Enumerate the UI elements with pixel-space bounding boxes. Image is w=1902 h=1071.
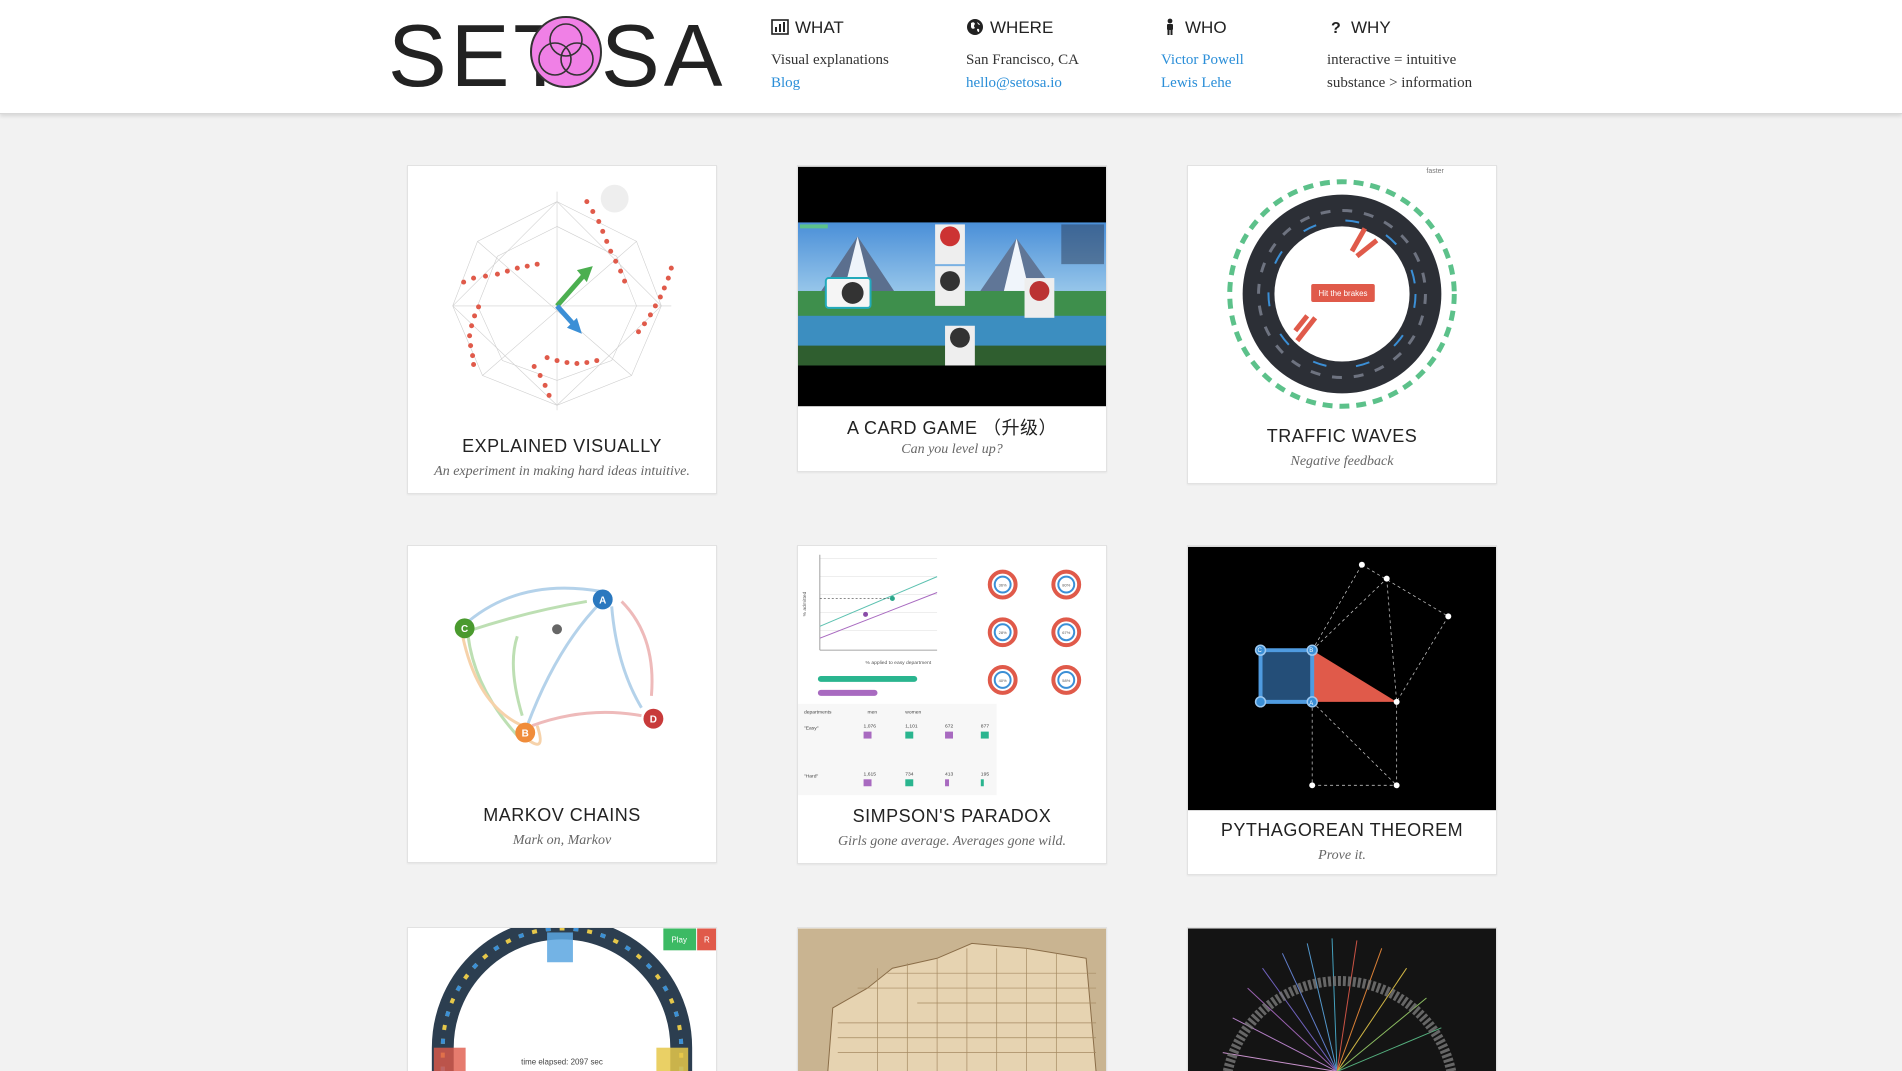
card-title: PYTHAGOREAN THEOREM (1220, 820, 1464, 840)
pct-men-2: 28% (999, 630, 1007, 635)
logo-flower-icon (530, 16, 602, 88)
nav-what-label: WHAT (795, 17, 844, 37)
easy-val-4: 877 (981, 724, 990, 730)
time-elapsed-text: time elapsed: 2097 sec (521, 1058, 603, 1067)
simpson-xlabel: % applied to easy department (866, 660, 932, 666)
card-thumbnail-pythagoras: C B A (1188, 546, 1496, 811)
why-line-2: substance > information (1327, 75, 1473, 91)
site-header: SET SA WHAT Visual explanations Blog WHE… (0, 0, 1902, 114)
hard-val-2: 734 (905, 771, 914, 777)
hard-val-4: 195 (981, 771, 990, 777)
card-thumbnail-radial (1188, 928, 1496, 1071)
nav-what-line-1: Visual explanations (771, 52, 889, 68)
pct-women-1: 80% (1062, 583, 1070, 588)
location-text: San Francisco, CA (966, 52, 1079, 68)
card-title: A CARD GAME （升级） (846, 418, 1058, 438)
card-title: SIMPSON'S PARADOX (852, 806, 1052, 826)
hard-val-3: 413 (945, 771, 954, 777)
vertex-c-label: C (1258, 648, 1263, 654)
reset-button[interactable]: R (704, 935, 710, 944)
vertex-a-label: A (1309, 701, 1313, 707)
easy-val-3: 672 (945, 724, 954, 730)
node-d-label: D (650, 715, 657, 726)
nav-what: WHAT Visual explanations Blog (771, 15, 889, 95)
bar-chart-icon (771, 19, 789, 35)
globe-icon (967, 19, 983, 35)
card-ring-simulation[interactable]: Play R time elapsed: 2097 sec (407, 927, 717, 1071)
nav-who: WHO Victor Powell Lewis Lehe (1161, 15, 1244, 95)
nav-what-heading: WHAT (771, 15, 889, 39)
card-subtitle: Girls gone average. Averages gone wild. (838, 834, 1066, 849)
card-subtitle: Mark on, Markov (512, 833, 612, 848)
card-thumbnail-wood-map (798, 928, 1106, 1071)
pct-women-2: 67% (1062, 630, 1070, 635)
card-thumbnail-landscape (798, 166, 1106, 407)
nav-where-label: WHERE (990, 17, 1054, 37)
node-b-label: B (522, 729, 529, 740)
lewis-lehe-link[interactable]: Lewis Lehe (1161, 72, 1244, 95)
card-subtitle: Can you level up? (901, 442, 1003, 457)
easy-label: "Easy" (804, 726, 819, 732)
setosa-logo[interactable]: SET SA (388, 10, 722, 102)
email-link[interactable]: hello@setosa.io (966, 72, 1079, 95)
card-title: MARKOV CHAINS (483, 805, 641, 825)
card-explained-visually[interactable]: EXPLAINED VISUALLY An experiment in maki… (407, 165, 717, 494)
easy-val-2: 1,101 (905, 724, 918, 730)
card-wooden-map[interactable] (797, 927, 1107, 1071)
simpson-ylabel: % admitted (802, 591, 808, 616)
card-thumbnail-ring-road: faster Hit the brakes (1188, 166, 1496, 421)
card-thumbnail-simpson: % applied to easy department % admitted … (798, 546, 1106, 796)
question-icon: ? (1331, 20, 1341, 36)
nav-why-heading: ? WHY (1327, 15, 1472, 39)
card-card-game[interactable]: A CARD GAME （升级） Can you level up? (797, 165, 1107, 472)
nav-why-label: WHY (1351, 17, 1391, 37)
card-markov-chains[interactable]: A B C D MARKOV CHAINS Mark on, Markov (407, 545, 717, 863)
easy-val-1: 1,076 (864, 724, 877, 730)
card-title: TRAFFIC WAVES (1266, 426, 1418, 446)
nav-who-label: WHO (1185, 17, 1227, 37)
departments-header: departments (804, 710, 832, 716)
hard-val-1: 1,615 (864, 771, 877, 777)
person-icon (1167, 18, 1173, 35)
pct-women-3: 58% (1062, 678, 1070, 683)
card-subtitle: An experiment in making hard ideas intui… (434, 464, 690, 479)
faster-label: faster (1426, 168, 1444, 175)
vertex-b-label: B (1309, 648, 1313, 654)
card-thumbnail-spiral (408, 166, 716, 421)
pct-men-1: 36% (999, 583, 1007, 588)
card-pythagorean-theorem[interactable]: C B A PYTHAGOREAN THEOREM Prove it. (1187, 545, 1497, 875)
card-transit-radial[interactable] (1187, 927, 1497, 1071)
card-traffic-waves[interactable]: faster Hit the brakes TRAFFIC WAVES Nega… (1187, 165, 1497, 484)
women-header: women (905, 711, 921, 716)
hit-the-brakes-button[interactable]: Hit the brakes (1319, 289, 1368, 298)
play-button[interactable]: Play (672, 935, 687, 944)
nav-why: ? WHY interactive = intuitive substance … (1327, 15, 1472, 95)
card-subtitle: Prove it. (1318, 848, 1366, 863)
card-simpsons-paradox[interactable]: % applied to easy department % admitted … (797, 545, 1107, 864)
nav-who-heading: WHO (1161, 15, 1244, 39)
card-thumbnail-markov: A B C D (408, 546, 716, 796)
victor-powell-link[interactable]: Victor Powell (1161, 49, 1244, 72)
svg-text:?: ? (1331, 20, 1341, 36)
card-thumbnail-ring: Play R time elapsed: 2097 sec (408, 928, 716, 1071)
men-header: men (868, 711, 878, 716)
node-c-label: C (461, 624, 468, 635)
node-a-label: A (599, 595, 606, 606)
logo-text-right: SA (601, 6, 727, 105)
why-line-1: interactive = intuitive (1327, 52, 1457, 68)
pct-men-3: 40% (999, 678, 1007, 683)
nav-where: WHERE San Francisco, CA hello@setosa.io (966, 15, 1079, 95)
nav-where-heading: WHERE (966, 15, 1079, 39)
hard-label: "Hard" (804, 773, 818, 779)
blog-link[interactable]: Blog (771, 72, 889, 95)
card-subtitle: Negative feedback (1290, 454, 1394, 469)
card-title: EXPLAINED VISUALLY (462, 436, 662, 456)
